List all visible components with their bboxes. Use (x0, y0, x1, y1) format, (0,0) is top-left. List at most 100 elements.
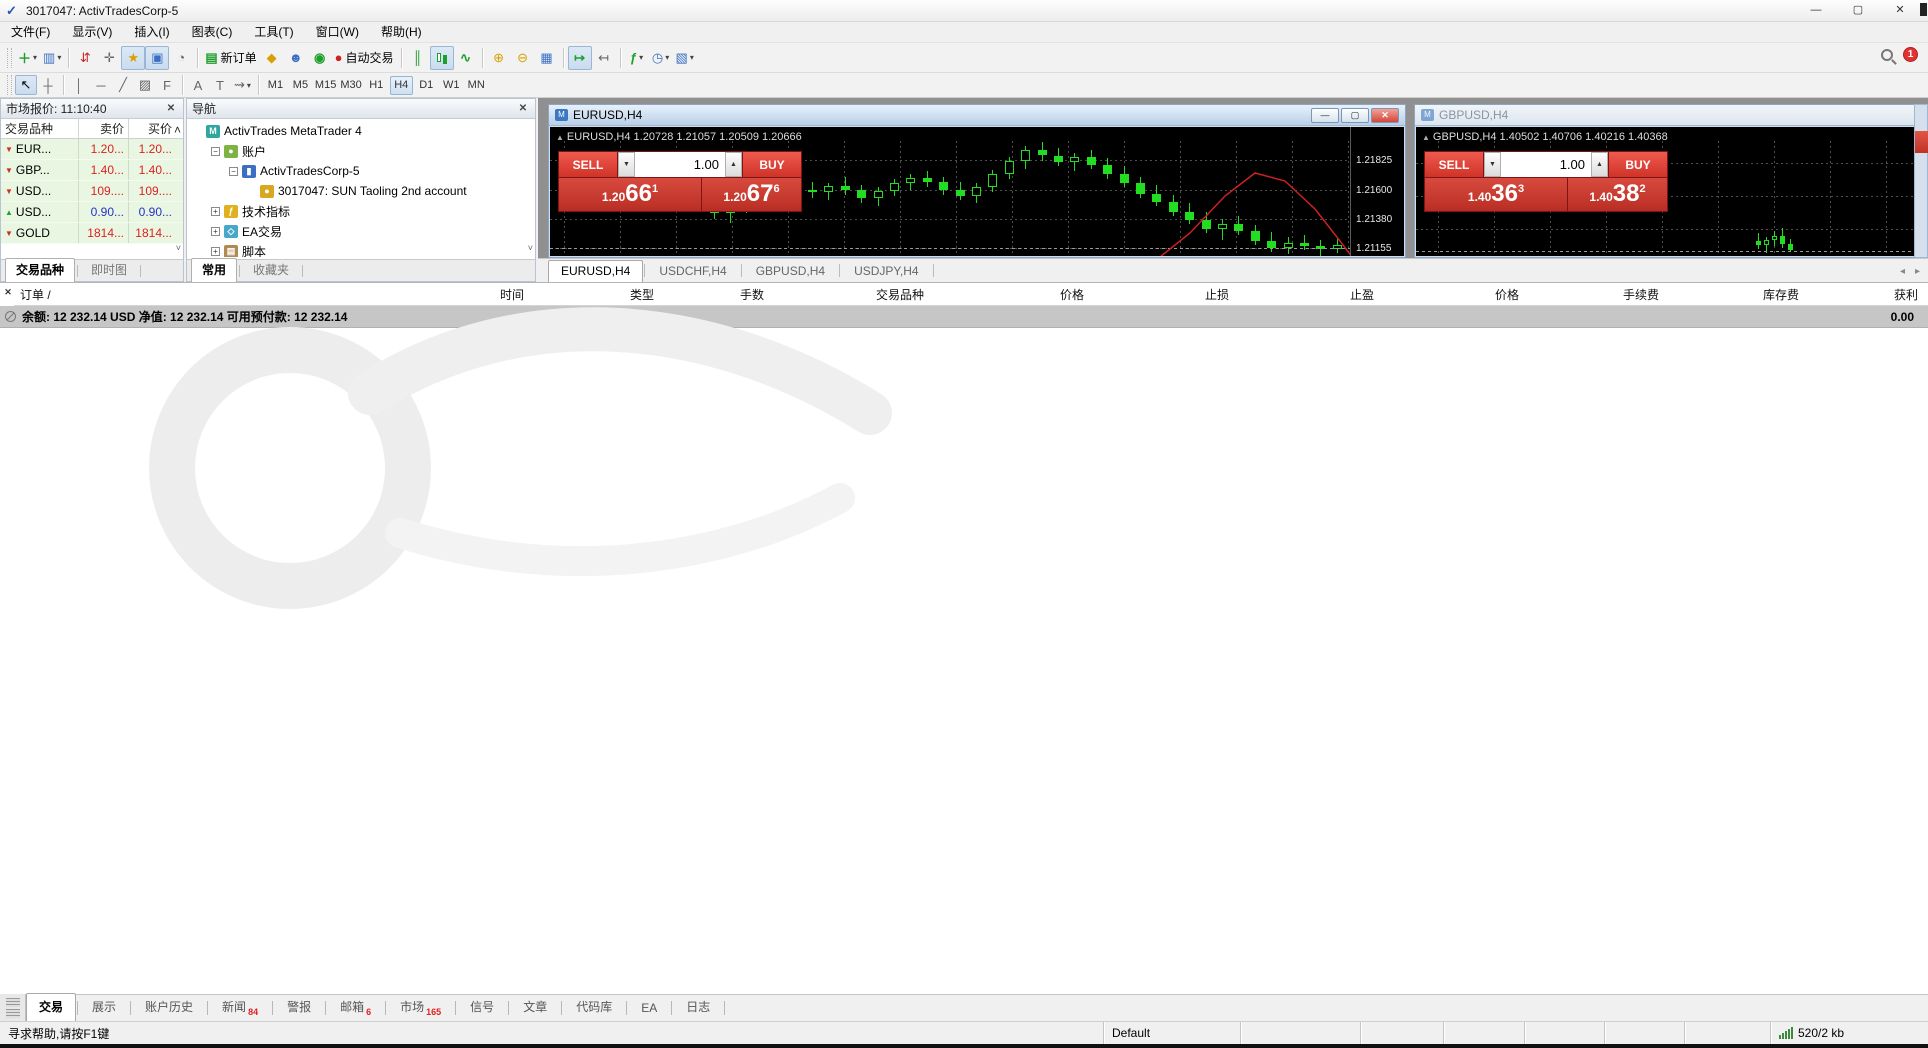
volume-down-icon[interactable]: ▼ (618, 152, 635, 177)
timeframe-mn[interactable]: MN (465, 76, 488, 95)
orders-column-12[interactable]: 获利 (1809, 286, 1928, 303)
profiles-button[interactable]: ▥ ▾ (40, 46, 64, 70)
menu-item[interactable]: 显示(V) (61, 22, 123, 43)
tile-windows-button[interactable]: ▦ (535, 46, 559, 70)
tree-item[interactable]: + ƒ 技术指标 (187, 201, 535, 221)
timeframe-m5[interactable]: M5 (289, 76, 312, 95)
bid-price[interactable]: 1.40 36 3 (1425, 178, 1567, 211)
ask-price[interactable]: 1.20 67 6 (702, 178, 801, 211)
notifications-badge[interactable]: 1 (1903, 47, 1918, 62)
chart-tab-2[interactable]: USDCHF,H4 (646, 260, 739, 282)
chart-tab-3[interactable]: GBPUSD,H4 (743, 260, 838, 282)
menu-item[interactable]: 插入(I) (123, 22, 180, 43)
orders-column-9[interactable]: 价格 (1384, 286, 1529, 303)
market-watch-row[interactable]: ▼ GOLD 1814... 1814... (1, 223, 183, 244)
chart-area-eurusd[interactable]: ▲ EURUSD,H4 1.20728 1.21057 1.20509 1.206… (550, 127, 1404, 256)
navigator-tab-2[interactable]: 收藏夹 (242, 258, 300, 281)
terminal-tab-9[interactable]: 文章 (510, 993, 560, 1021)
expand-toggle-icon[interactable]: + (211, 206, 220, 216)
timeframe-h4[interactable]: H4 (389, 75, 413, 95)
market-watch-tab-1[interactable]: 交易品种 (5, 258, 76, 282)
menu-item[interactable]: 图表(C) (181, 22, 244, 43)
terminal-tab-2[interactable]: 展示 (79, 993, 129, 1021)
chart-tab-4[interactable]: USDJPY,H4 (841, 260, 931, 282)
close-icon[interactable]: ✕ (516, 102, 530, 116)
collapse-toggle-icon[interactable]: − (229, 166, 238, 176)
zoom-out-button[interactable]: ⊖ (511, 46, 535, 70)
column-bid[interactable]: 卖价 (79, 119, 129, 138)
periods-button[interactable]: ◷ ▾ (649, 46, 673, 70)
search-icon[interactable] (1881, 48, 1893, 61)
scroll-down-icon[interactable]: ˅ (528, 243, 533, 253)
buy-button[interactable]: BUY (1609, 152, 1667, 177)
sell-button[interactable]: SELL (1425, 152, 1483, 177)
menu-item[interactable]: 工具(T) (243, 22, 304, 43)
navigator-tab-1[interactable]: 常用 (191, 258, 238, 282)
bid-price[interactable]: 1.20 66 1 (559, 178, 701, 211)
channel-tool[interactable]: ▨ (134, 75, 156, 95)
market-watch-row[interactable]: ▼ GBP... 1.40... 1.40... (1, 160, 183, 181)
crosshair-tool[interactable]: ┼ (37, 75, 59, 95)
strategy-tester-toggle[interactable]: ◔ (169, 46, 193, 70)
terminal-toggle[interactable]: ▣ (145, 45, 170, 70)
templates-button[interactable]: ▧ ▾ (673, 46, 697, 70)
sell-button[interactable]: SELL (559, 152, 617, 177)
volume-value[interactable]: 1.00 (1501, 157, 1591, 172)
close-icon[interactable]: ✕ (164, 102, 178, 116)
timeframe-h1[interactable]: H1 (365, 76, 388, 95)
timeframe-d1[interactable]: D1 (415, 76, 438, 95)
tree-item[interactable]: + ▤ 脚本 (187, 241, 535, 257)
text-tool[interactable]: A (187, 75, 209, 95)
chart-restore-button[interactable]: ▢ (1341, 107, 1369, 123)
tree-item[interactable]: − ▮ ActivTradesCorp-5 (187, 161, 535, 181)
collapse-triangle-icon[interactable]: ▲ (1422, 133, 1430, 142)
menu-item[interactable]: 窗口(W) (305, 22, 370, 43)
expand-toggle-icon[interactable]: + (211, 226, 220, 236)
chart-tab-1[interactable]: EURUSD,H4 (548, 260, 644, 283)
zoom-in-button[interactable]: ⊕ (487, 46, 511, 70)
buy-button[interactable]: BUY (743, 152, 801, 177)
minimize-button[interactable]: — (1802, 1, 1830, 19)
market-watch-row[interactable]: ▼ USD... 109.... 109.... (1, 181, 183, 202)
market-watch-row[interactable]: ▼ EUR... 1.20... 1.20... (1, 139, 183, 160)
status-profile[interactable]: Default (1103, 1022, 1240, 1044)
volume-up-icon[interactable]: ▲ (725, 152, 742, 177)
terminal-tab-3[interactable]: 账户历史 (132, 993, 206, 1021)
terminal-tab-1[interactable]: 交易 (26, 993, 77, 1022)
tree-item[interactable]: − ● 账户 (187, 141, 535, 161)
new-chart-button[interactable]: ＋ ▾ (15, 46, 40, 70)
signals-button[interactable]: ◉ (308, 46, 332, 70)
chart-shift-button[interactable]: ↤ (592, 46, 616, 70)
orders-column-10[interactable]: 手续费 (1529, 286, 1669, 303)
volume-value[interactable]: 1.00 (635, 157, 725, 172)
trendline-tool[interactable]: ╱ (112, 75, 134, 95)
data-window-toggle[interactable]: ✛ (97, 46, 121, 70)
auto-scroll-button[interactable]: ↦ (567, 45, 592, 70)
collapse-toggle-icon[interactable]: − (211, 146, 220, 156)
indicators-button[interactable]: ƒ ▾ (625, 46, 649, 70)
orders-column-7[interactable]: 止损 (1094, 286, 1239, 303)
terminal-tab-12[interactable]: 日志 (673, 993, 723, 1021)
orders-column-8[interactable]: 止盈 (1239, 286, 1384, 303)
text-label-tool[interactable]: T (209, 75, 231, 95)
orders-column-11[interactable]: 库存费 (1669, 286, 1809, 303)
cursor-tool[interactable]: ↖ (15, 75, 37, 95)
terminal-tab-7[interactable]: 市场 165 (387, 993, 454, 1021)
tree-item[interactable]: ● 3017047: SUN Taoling 2nd account (187, 181, 535, 201)
volume-stepper[interactable]: ▼ 1.00 ▲ (1484, 152, 1608, 177)
tab-left-icon[interactable]: ◂ (1900, 266, 1905, 277)
ask-price[interactable]: 1.40 38 2 (1568, 178, 1667, 211)
metaeditor-button[interactable]: ◆ (260, 46, 284, 70)
timeframe-m15[interactable]: M15 (314, 76, 337, 95)
horizontal-line-tool[interactable]: ─ (90, 75, 112, 95)
timeframe-m30[interactable]: M30 (339, 76, 362, 95)
close-button[interactable]: ✕ (1886, 1, 1914, 19)
market-watch-toggle[interactable]: ⇵ (73, 46, 97, 70)
terminal-tab-5[interactable]: 警报 (274, 993, 324, 1021)
chart-minimize-button[interactable]: — (1311, 107, 1339, 123)
timeframe-m1[interactable]: M1 (264, 76, 287, 95)
line-chart-button[interactable]: ∿ (454, 46, 478, 70)
chart-title-bar[interactable]: M GBPUSD,H4 (1415, 105, 1928, 126)
menu-item[interactable]: 文件(F) (0, 22, 61, 43)
terminal-tab-10[interactable]: 代码库 (563, 993, 625, 1021)
